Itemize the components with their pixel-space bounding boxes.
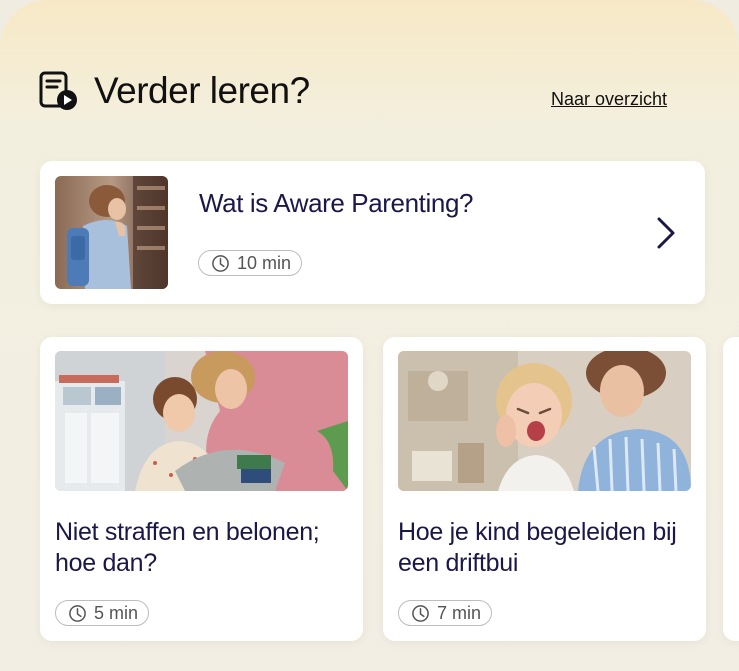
lesson-card[interactable]: Niet straffen en belonen; hoe dan? 5 min [40, 337, 363, 641]
featured-lesson-image [55, 176, 168, 289]
learning-section: Verder leren? Naar overzicht Wat is Awar… [0, 0, 739, 671]
lesson-image [398, 351, 691, 491]
lesson-card-next[interactable] [723, 337, 739, 641]
chevron-right-icon[interactable] [654, 216, 678, 250]
clock-icon [412, 604, 429, 622]
page-title: Verder leren? [94, 70, 310, 111]
clock-icon [212, 254, 229, 272]
lesson-title: Niet straffen en belonen; hoe dan? [55, 518, 320, 577]
duration-badge: 7 min [398, 600, 493, 626]
featured-lesson-title: Wat is Aware Parenting? [199, 188, 474, 218]
lesson-video-icon [39, 71, 77, 110]
overview-link[interactable]: Naar overzicht [551, 89, 667, 110]
lesson-title: Hoe je kind begeleiden bij een driftbui [398, 518, 677, 577]
duration-label: 10 min [237, 252, 292, 273]
lesson-image [55, 351, 348, 491]
lesson-card[interactable]: Hoe je kind begeleiden bij een driftbui … [383, 337, 706, 641]
duration-label: 5 min [94, 602, 139, 623]
featured-lesson-card[interactable]: Wat is Aware Parenting? 10 min [40, 161, 705, 304]
duration-badge: 10 min [198, 250, 303, 276]
duration-badge: 5 min [55, 600, 150, 626]
clock-icon [69, 604, 86, 622]
duration-label: 7 min [437, 602, 482, 623]
